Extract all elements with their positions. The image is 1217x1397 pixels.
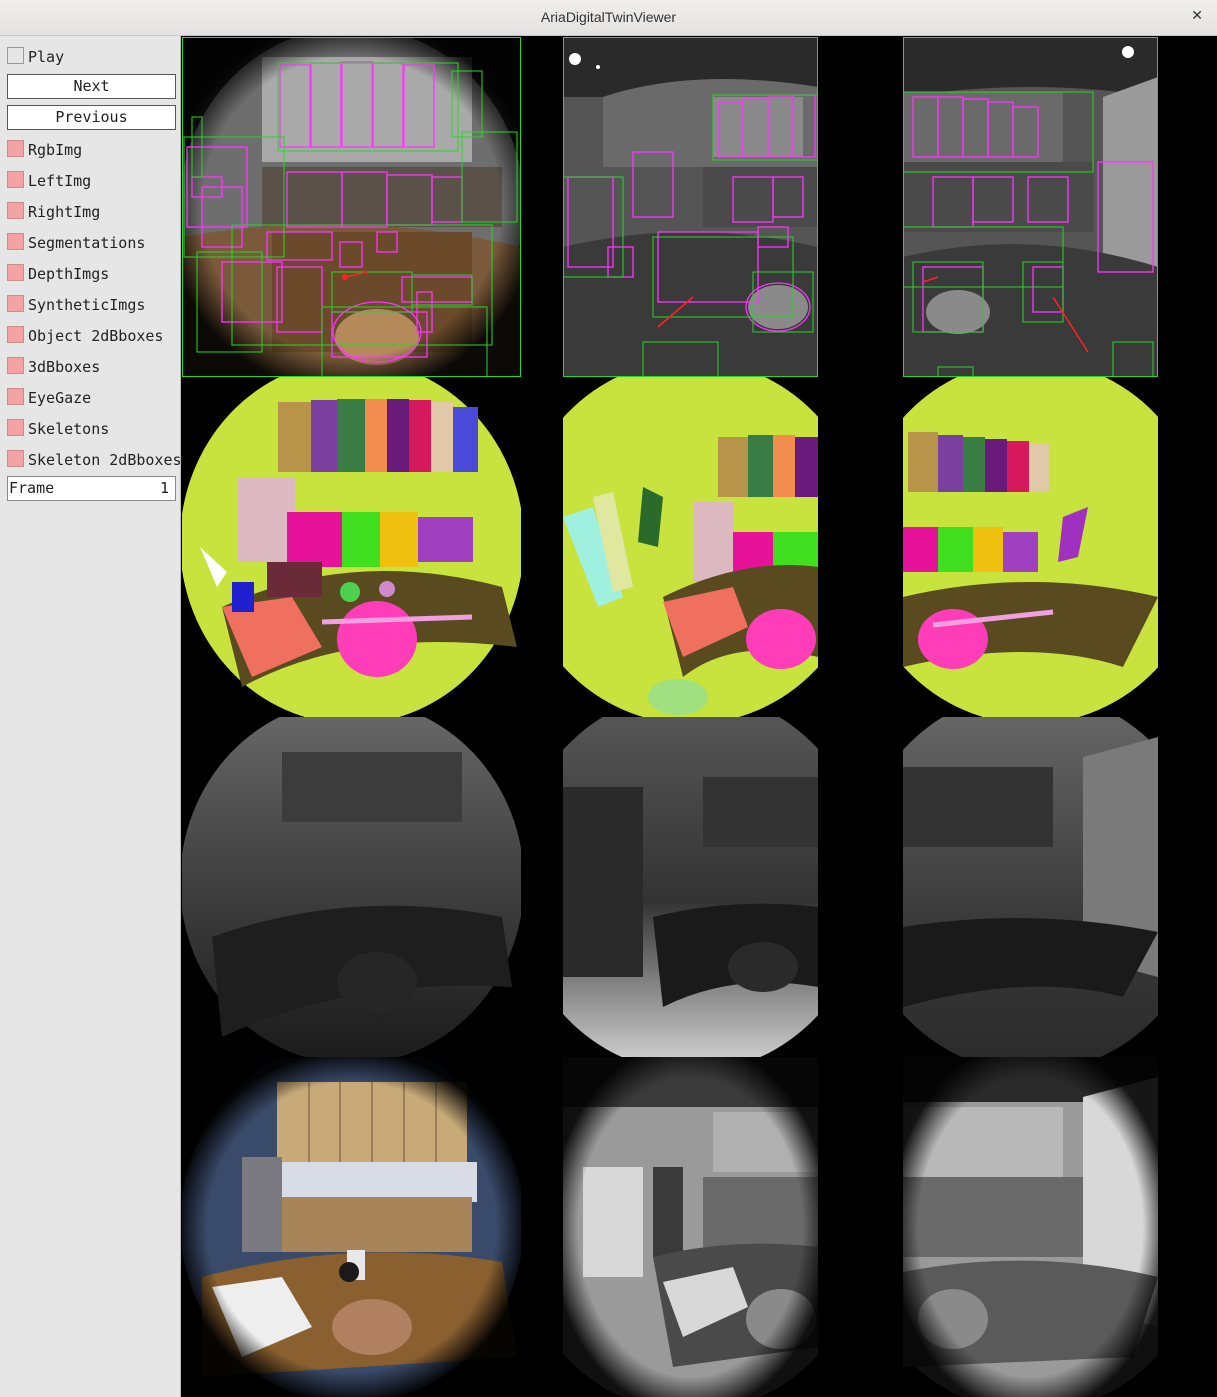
previous-button[interactable]: Previous (7, 105, 176, 130)
object-2dbboxes-checkbox[interactable] (7, 326, 24, 343)
syntheticimgs-label: SyntheticImgs (28, 296, 146, 314)
title-bar: AriaDigitalTwinViewer ✕ (0, 0, 1217, 36)
rgb-bbox-view[interactable] (182, 37, 521, 377)
play-label: Play (28, 48, 65, 66)
depthimgs-checkbox[interactable] (7, 264, 24, 281)
rgb-synthetic-view[interactable] (182, 1057, 521, 1397)
left-slam-synthetic-view[interactable] (563, 1057, 818, 1397)
skeleton-2dbboxes-checkbox[interactable] (7, 450, 24, 467)
eyegaze-checkbox[interactable] (7, 388, 24, 405)
skeleton-2dbboxes-label: Skeleton 2dBboxes (28, 451, 182, 469)
syntheticimgs-checkbox[interactable] (7, 295, 24, 312)
left-slam-depth-view[interactable] (563, 717, 818, 1057)
rgb-segmentation-view[interactable] (182, 377, 521, 717)
frame-label: Frame (9, 479, 55, 497)
right-slam-segmentation-view[interactable] (903, 377, 1158, 717)
window-title: AriaDigitalTwinViewer (540, 9, 677, 25)
play-checkbox[interactable] (7, 47, 24, 64)
frame-input[interactable]: Frame 1 (7, 476, 176, 501)
left-slam-bbox-view[interactable] (563, 37, 818, 377)
leftimg-checkbox[interactable] (7, 171, 24, 188)
left-slam-segmentation-view[interactable] (563, 377, 818, 717)
rgb-depth-view[interactable] (182, 717, 521, 1057)
depthimgs-label: DepthImgs (28, 265, 110, 283)
leftimg-label: LeftImg (28, 172, 92, 190)
segmentations-checkbox[interactable] (7, 233, 24, 250)
3dbboxes-checkbox[interactable] (7, 357, 24, 374)
right-slam-synthetic-view[interactable] (903, 1057, 1158, 1397)
skeletons-label: Skeletons (28, 420, 110, 438)
segmentations-label: Segmentations (28, 234, 146, 252)
3dbboxes-label: 3dBboxes (28, 358, 101, 376)
rgbimg-label: RgbImg (28, 141, 83, 159)
control-panel: Play Next Previous RgbImg LeftImg RightI… (0, 36, 182, 1397)
right-slam-bbox-view[interactable] (903, 37, 1158, 377)
right-slam-depth-view[interactable] (903, 717, 1158, 1057)
frame-value[interactable]: 1 (160, 477, 169, 500)
object-2dbboxes-label: Object 2dBboxes (28, 327, 164, 345)
skeletons-checkbox[interactable] (7, 419, 24, 436)
rgbimg-checkbox[interactable] (7, 140, 24, 157)
next-button[interactable]: Next (7, 74, 176, 99)
rightimg-label: RightImg (28, 203, 101, 221)
rightimg-checkbox[interactable] (7, 202, 24, 219)
close-icon[interactable]: ✕ (1191, 8, 1203, 24)
eyegaze-label: EyeGaze (28, 389, 92, 407)
